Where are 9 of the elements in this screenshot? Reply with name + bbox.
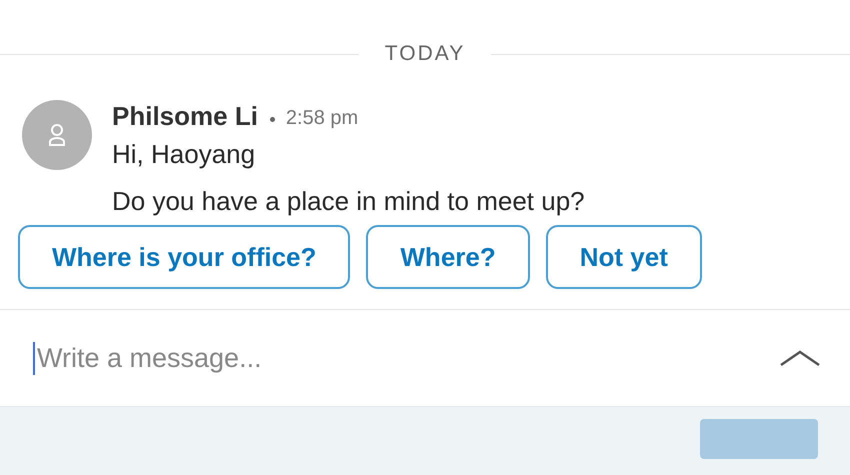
message-text: Do you have a place in mind to meet up? bbox=[112, 185, 585, 218]
message-text: Hi, Haoyang bbox=[112, 138, 256, 171]
quick-reply-button[interactable]: Where is your office? bbox=[18, 225, 350, 289]
message-time: 2:58 pm bbox=[286, 106, 358, 130]
quick-reply-button[interactable]: Not yet bbox=[546, 225, 702, 289]
separator-dot bbox=[270, 116, 275, 122]
date-divider-label: TODAY bbox=[384, 42, 466, 66]
sender-name: Philsome Li bbox=[112, 100, 258, 132]
quick-reply-button[interactable]: Where? bbox=[366, 225, 530, 289]
